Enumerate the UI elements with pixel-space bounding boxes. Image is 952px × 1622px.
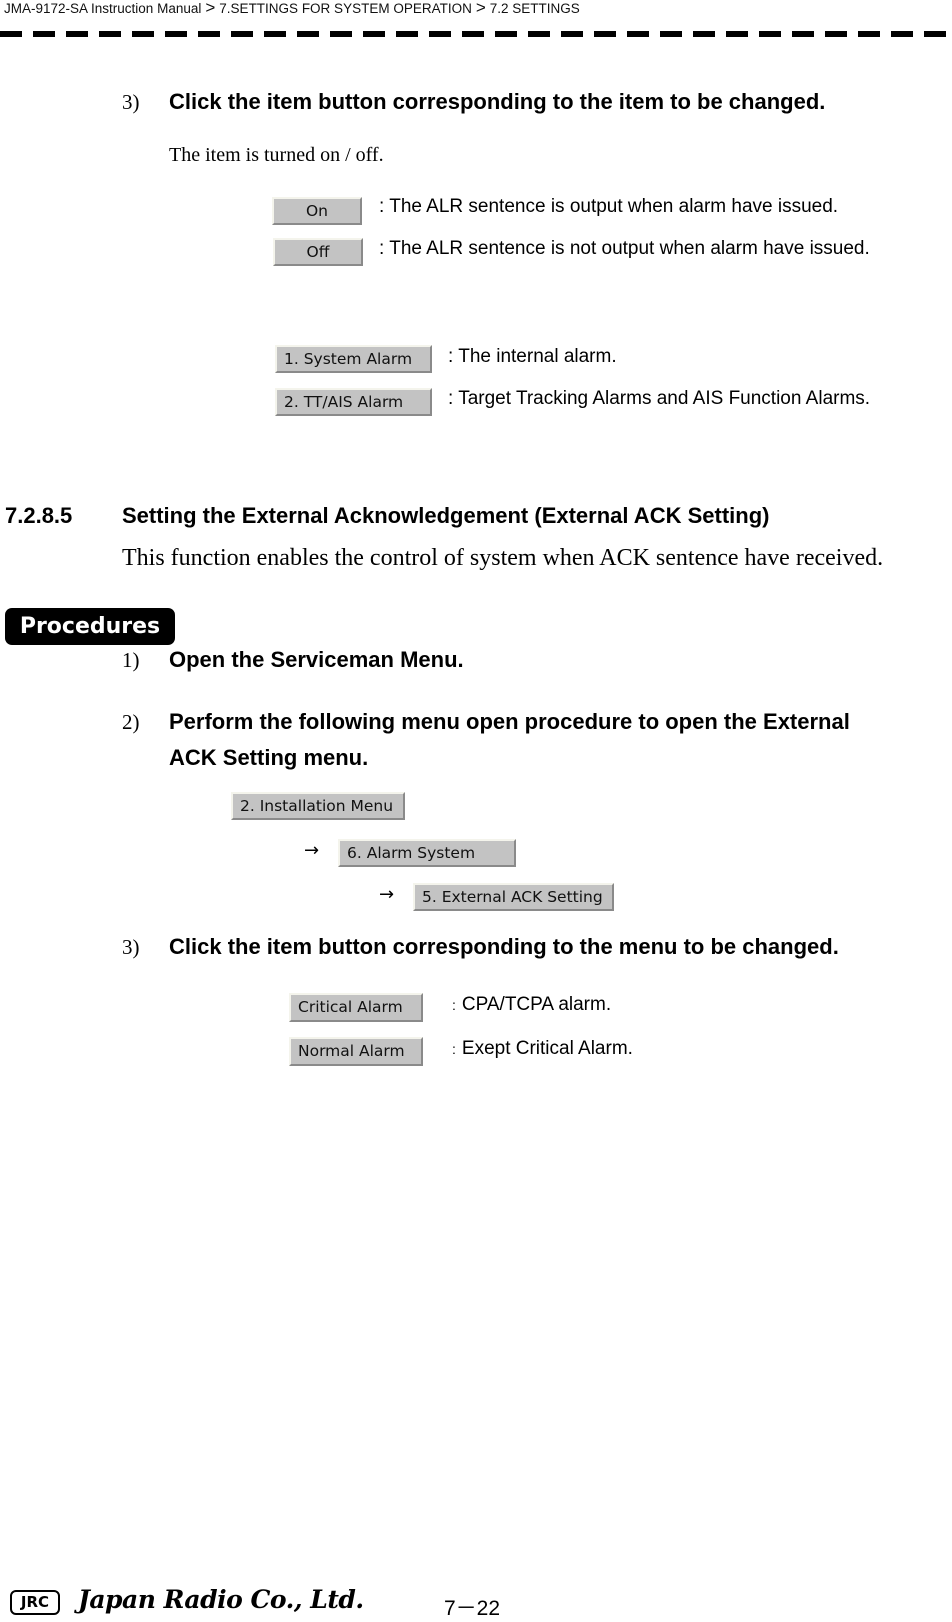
step-instruction-line1: Perform the following menu open procedur… [169,709,850,734]
step-number: 3) [122,935,140,959]
critical-alarm-button[interactable]: Critical Alarm [289,993,423,1022]
normal-alarm-description: : Exept Critical Alarm. [452,1038,633,1060]
header-dashed-divider [0,31,952,37]
step-instruction: Click the item button corresponding to t… [169,934,839,959]
section-title: Setting the External Acknowledgement (Ex… [122,503,770,528]
tt-ais-alarm-description: : Target Tracking Alarms and AIS Functio… [448,388,871,409]
step-note: The item is turned on / off. [169,144,384,166]
normal-alarm-button[interactable]: Normal Alarm [289,1037,423,1066]
tt-ais-alarm-button[interactable]: 2. TT/AIS Alarm [275,388,432,416]
breadcrumb-manual: JMA-9172-SA Instruction Manual [4,1,202,16]
step-number: 2) [122,710,140,734]
installation-menu-button[interactable]: 2. Installation Menu [231,792,405,820]
arrow-icon: → [304,840,320,861]
description-separator: : [452,1041,456,1057]
company-name-logo: Japan Radio Co., Ltd. [78,1585,364,1614]
arrow-icon: → [379,884,395,905]
breadcrumb-separator: > [475,0,486,17]
normal-alarm-description-text: Exept Critical Alarm. [461,1038,633,1059]
step-instruction: Open the Serviceman Menu. [169,647,464,672]
breadcrumb-separator: > [205,0,216,17]
section-number: 7.2.8.5 [5,503,73,528]
alarm-system-button[interactable]: 6. Alarm System [338,839,516,867]
critical-alarm-description-text: CPA/TCPA alarm. [461,994,612,1015]
on-description: : The ALR sentence is output when alarm … [379,196,839,217]
page-number: 7－22 [444,1597,501,1620]
step-number: 1) [122,648,140,672]
procedures-badge: Procedures [5,608,175,645]
jrc-logo: JRC [10,1590,60,1615]
on-button[interactable]: On [272,197,362,225]
step-instruction: Click the item button corresponding to t… [169,89,826,114]
system-alarm-description: : The internal alarm. [448,346,617,367]
description-separator: : [452,997,456,1013]
external-ack-setting-button[interactable]: 5. External ACK Setting [413,883,614,911]
step-instruction-line2: ACK Setting menu. [169,745,369,770]
breadcrumb: JMA-9172-SA Instruction Manual >7.SETTING… [4,0,580,17]
system-alarm-button[interactable]: 1. System Alarm [275,345,432,373]
breadcrumb-section: 7.2 SETTINGS [489,1,580,16]
off-button[interactable]: Off [273,238,363,266]
section-description: This function enables the control of sys… [122,545,884,571]
step-number: 3) [122,90,140,114]
critical-alarm-description: : CPA/TCPA alarm. [452,994,611,1016]
breadcrumb-chapter: 7.SETTINGS FOR SYSTEM OPERATION [219,1,472,16]
off-description: : The ALR sentence is not output when al… [379,238,870,259]
